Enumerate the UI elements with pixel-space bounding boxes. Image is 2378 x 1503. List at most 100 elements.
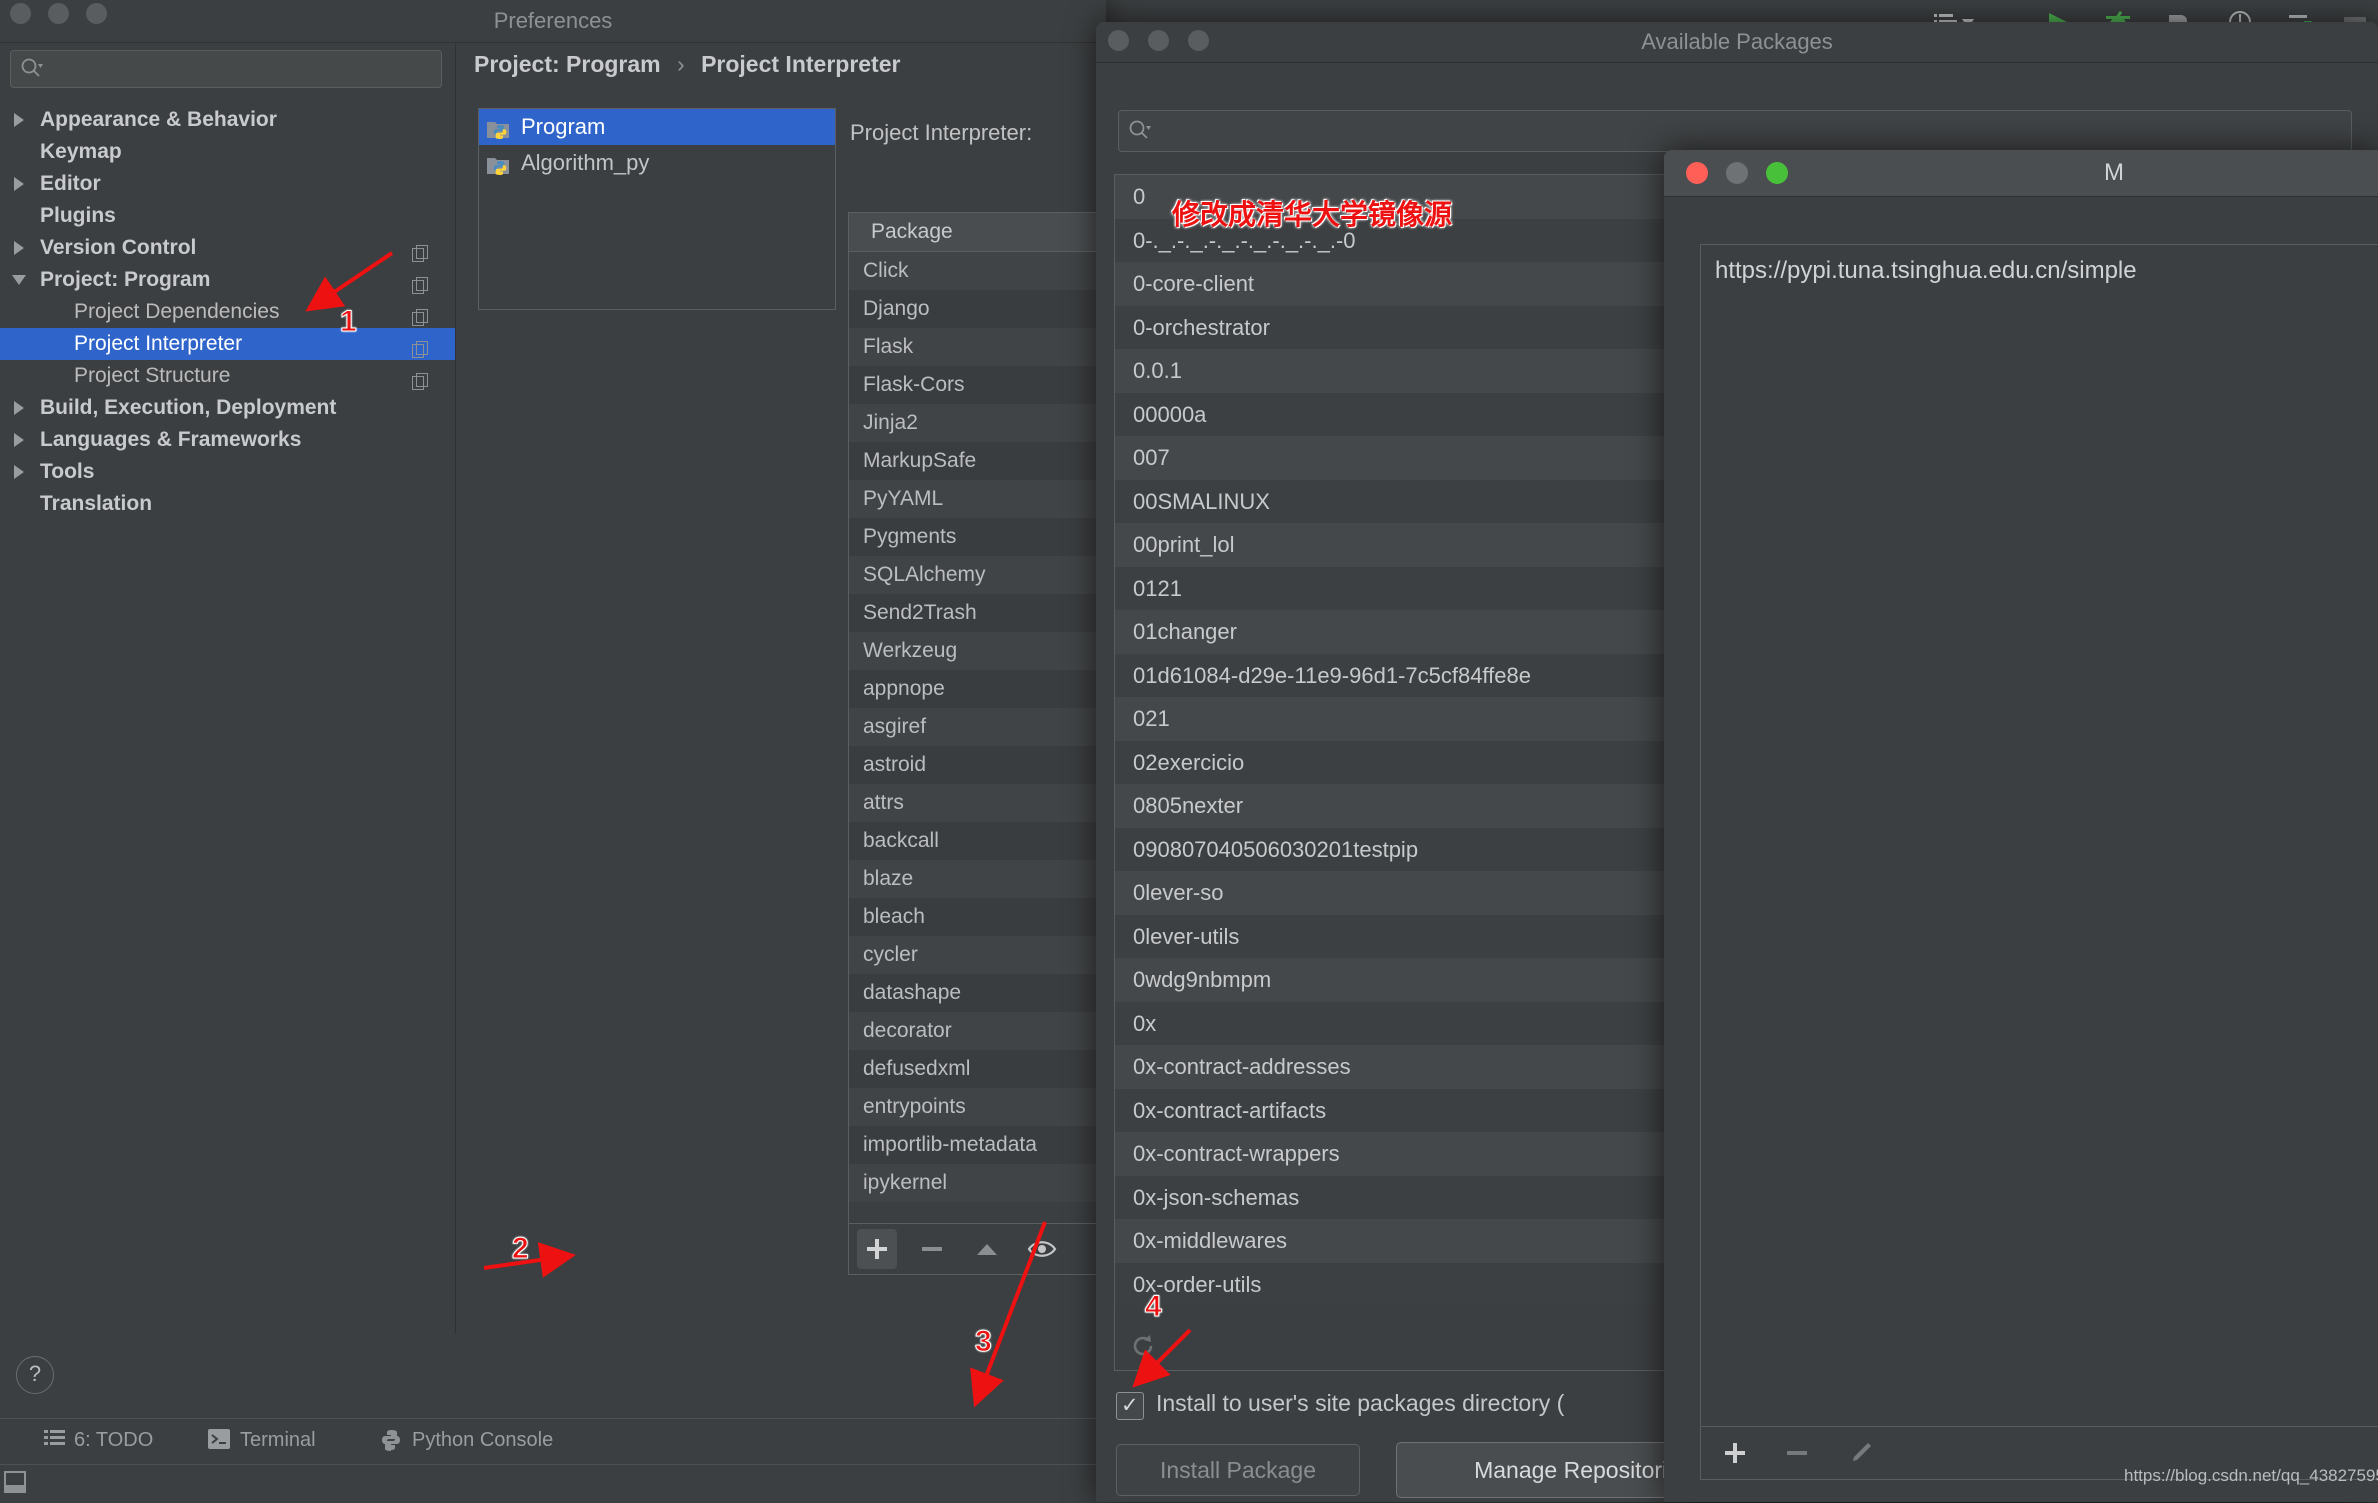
sidebar-item-label: Project Structure: [74, 364, 231, 387]
sidebar-item-label: Keymap: [40, 140, 122, 163]
status-item-terminal[interactable]: Terminal: [240, 1429, 316, 1452]
installed-package-row[interactable]: defusedxml: [849, 1050, 1111, 1088]
sidebar-item-label: Project Interpreter: [74, 332, 243, 355]
search-icon: [1128, 119, 1152, 143]
copy-settings-icon[interactable]: [412, 240, 429, 262]
sidebar-item-editor[interactable]: Editor: [0, 168, 455, 200]
ide-status-bar: 6: TODO Terminal Python Console: [0, 1418, 1106, 1465]
add-package-button[interactable]: [857, 1229, 897, 1269]
available-packages-title: Available Packages: [1641, 29, 1833, 54]
chevron-down-icon[interactable]: [12, 275, 26, 285]
search-icon: [20, 57, 44, 81]
sidebar-item-project-program[interactable]: Project: Program: [0, 264, 455, 296]
installed-package-row[interactable]: Pygments: [849, 518, 1111, 556]
python-project-folder-icon: [487, 116, 511, 139]
installed-package-row[interactable]: astroid: [849, 746, 1111, 784]
project-list-item-label: Algorithm_py: [521, 150, 650, 175]
breadcrumb: Project: Program › Project Interpreter: [474, 44, 1094, 84]
package-table-toolbar: [848, 1224, 1112, 1275]
sidebar-item-languages-frameworks[interactable]: Languages & Frameworks: [0, 424, 455, 456]
help-button[interactable]: ?: [16, 1356, 54, 1394]
copy-settings-icon[interactable]: [412, 272, 429, 294]
upgrade-package-button[interactable]: [967, 1229, 1007, 1269]
installed-package-row[interactable]: entrypoints: [849, 1088, 1111, 1126]
sidebar-item-translation[interactable]: Translation: [0, 488, 455, 520]
sidebar-item-label: Tools: [40, 460, 95, 483]
copy-settings-icon[interactable]: [412, 304, 429, 326]
chevron-right-icon[interactable]: [14, 241, 24, 255]
copy-settings-icon[interactable]: [412, 336, 429, 358]
installed-package-row[interactable]: datashape: [849, 974, 1111, 1012]
breadcrumb-separator: ›: [677, 51, 685, 77]
installed-package-row[interactable]: Jinja2: [849, 404, 1111, 442]
sidebar-item-build-execution-deployment[interactable]: Build, Execution, Deployment: [0, 392, 455, 424]
installed-package-row[interactable]: Flask: [849, 328, 1111, 366]
ide-bottom-strip: [0, 1464, 1106, 1503]
installed-package-row[interactable]: cycler: [849, 936, 1111, 974]
project-list[interactable]: Program Algorithm_py: [478, 108, 836, 310]
add-repository-button[interactable]: [1715, 1433, 1755, 1473]
manage-repositories-title: M: [2104, 159, 2124, 186]
project-list-item-label: Program: [521, 114, 606, 139]
chevron-right-icon[interactable]: [14, 401, 24, 415]
installed-packages-table[interactable]: Package Click Django Flask Flask-Cors Jinja2…: [848, 212, 1112, 1224]
python-project-folder-icon: [487, 152, 511, 175]
installed-package-row[interactable]: Django: [849, 290, 1111, 328]
sidebar-item-keymap[interactable]: Keymap: [0, 136, 455, 168]
copy-settings-icon[interactable]: [412, 368, 429, 390]
sidebar-item-version-control[interactable]: Version Control: [0, 232, 455, 264]
project-interpreter-label: Project Interpreter:: [850, 120, 1033, 145]
installed-package-row[interactable]: bleach: [849, 898, 1111, 936]
sidebar-item-label: Appearance & Behavior: [40, 108, 277, 131]
installed-package-row[interactable]: SQLAlchemy: [849, 556, 1111, 594]
preferences-title: Preferences: [493, 8, 613, 33]
available-packages-search-input[interactable]: [1118, 110, 2352, 152]
settings-tree[interactable]: Appearance & Behavior Keymap Editor Plugins…: [0, 104, 455, 1334]
sidebar-item-project-structure[interactable]: Project Structure: [0, 360, 455, 392]
installed-package-row[interactable]: appnope: [849, 670, 1111, 708]
installed-package-row[interactable]: Send2Trash: [849, 594, 1111, 632]
repository-list[interactable]: https://pypi.tuna.tsinghua.edu.cn/simple: [1700, 244, 2378, 1428]
sidebar-item-project-dependencies[interactable]: Project Dependencies: [0, 296, 455, 328]
chevron-right-icon[interactable]: [14, 433, 24, 447]
refresh-icon[interactable]: [1129, 1332, 1157, 1360]
status-item-python-console[interactable]: Python Console: [412, 1429, 553, 1452]
project-list-item[interactable]: Algorithm_py: [479, 145, 835, 181]
project-list-item[interactable]: Program: [479, 109, 835, 145]
installed-package-row[interactable]: importlib-metadata: [849, 1126, 1111, 1164]
chevron-right-icon[interactable]: [14, 113, 24, 127]
show-early-releases-button[interactable]: [1022, 1229, 1062, 1269]
installed-package-row[interactable]: Werkzeug: [849, 632, 1111, 670]
sidebar-item-label: Version Control: [40, 236, 197, 259]
sidebar-item-plugins[interactable]: Plugins: [0, 200, 455, 232]
installed-package-row[interactable]: Click: [849, 252, 1111, 290]
installed-package-row[interactable]: Flask-Cors: [849, 366, 1111, 404]
breadcrumb-root[interactable]: Project: Program: [474, 51, 661, 77]
remove-repository-button[interactable]: [1777, 1433, 1817, 1473]
install-to-user-site-label: Install to user's site packages director…: [1156, 1390, 1565, 1416]
installed-package-row[interactable]: backcall: [849, 822, 1111, 860]
installed-package-row[interactable]: blaze: [849, 860, 1111, 898]
installed-package-row[interactable]: asgiref: [849, 708, 1111, 746]
install-to-user-site-checkbox[interactable]: ✓: [1116, 1392, 1144, 1420]
sidebar-item-label: Build, Execution, Deployment: [40, 396, 337, 419]
available-packages-titlebar: Available Packages: [1096, 22, 2378, 63]
install-package-button[interactable]: Install Package: [1116, 1444, 1360, 1496]
status-item-todo[interactable]: 6: TODO: [74, 1429, 153, 1452]
sidebar-item-label: Plugins: [40, 204, 116, 227]
chevron-right-icon[interactable]: [14, 465, 24, 479]
repository-list-item[interactable]: https://pypi.tuna.tsinghua.edu.cn/simple: [1715, 257, 2137, 285]
preferences-window: Preferences Appearance & Behavior Keymap E…: [0, 0, 1112, 1503]
remove-package-button[interactable]: [912, 1229, 952, 1269]
sidebar-item-project-interpreter[interactable]: Project Interpreter: [0, 328, 455, 360]
installed-package-row[interactable]: attrs: [849, 784, 1111, 822]
chevron-right-icon[interactable]: [14, 177, 24, 191]
sidebar-item-tools[interactable]: Tools: [0, 456, 455, 488]
installed-package-row[interactable]: MarkupSafe: [849, 442, 1111, 480]
installed-package-row[interactable]: PyYAML: [849, 480, 1111, 518]
edit-repository-button[interactable]: [1841, 1433, 1881, 1473]
settings-search-input[interactable]: [10, 50, 442, 88]
sidebar-item-appearance-behavior[interactable]: Appearance & Behavior: [0, 104, 455, 136]
installed-package-row[interactable]: ipykernel: [849, 1164, 1111, 1202]
installed-package-row[interactable]: decorator: [849, 1012, 1111, 1050]
